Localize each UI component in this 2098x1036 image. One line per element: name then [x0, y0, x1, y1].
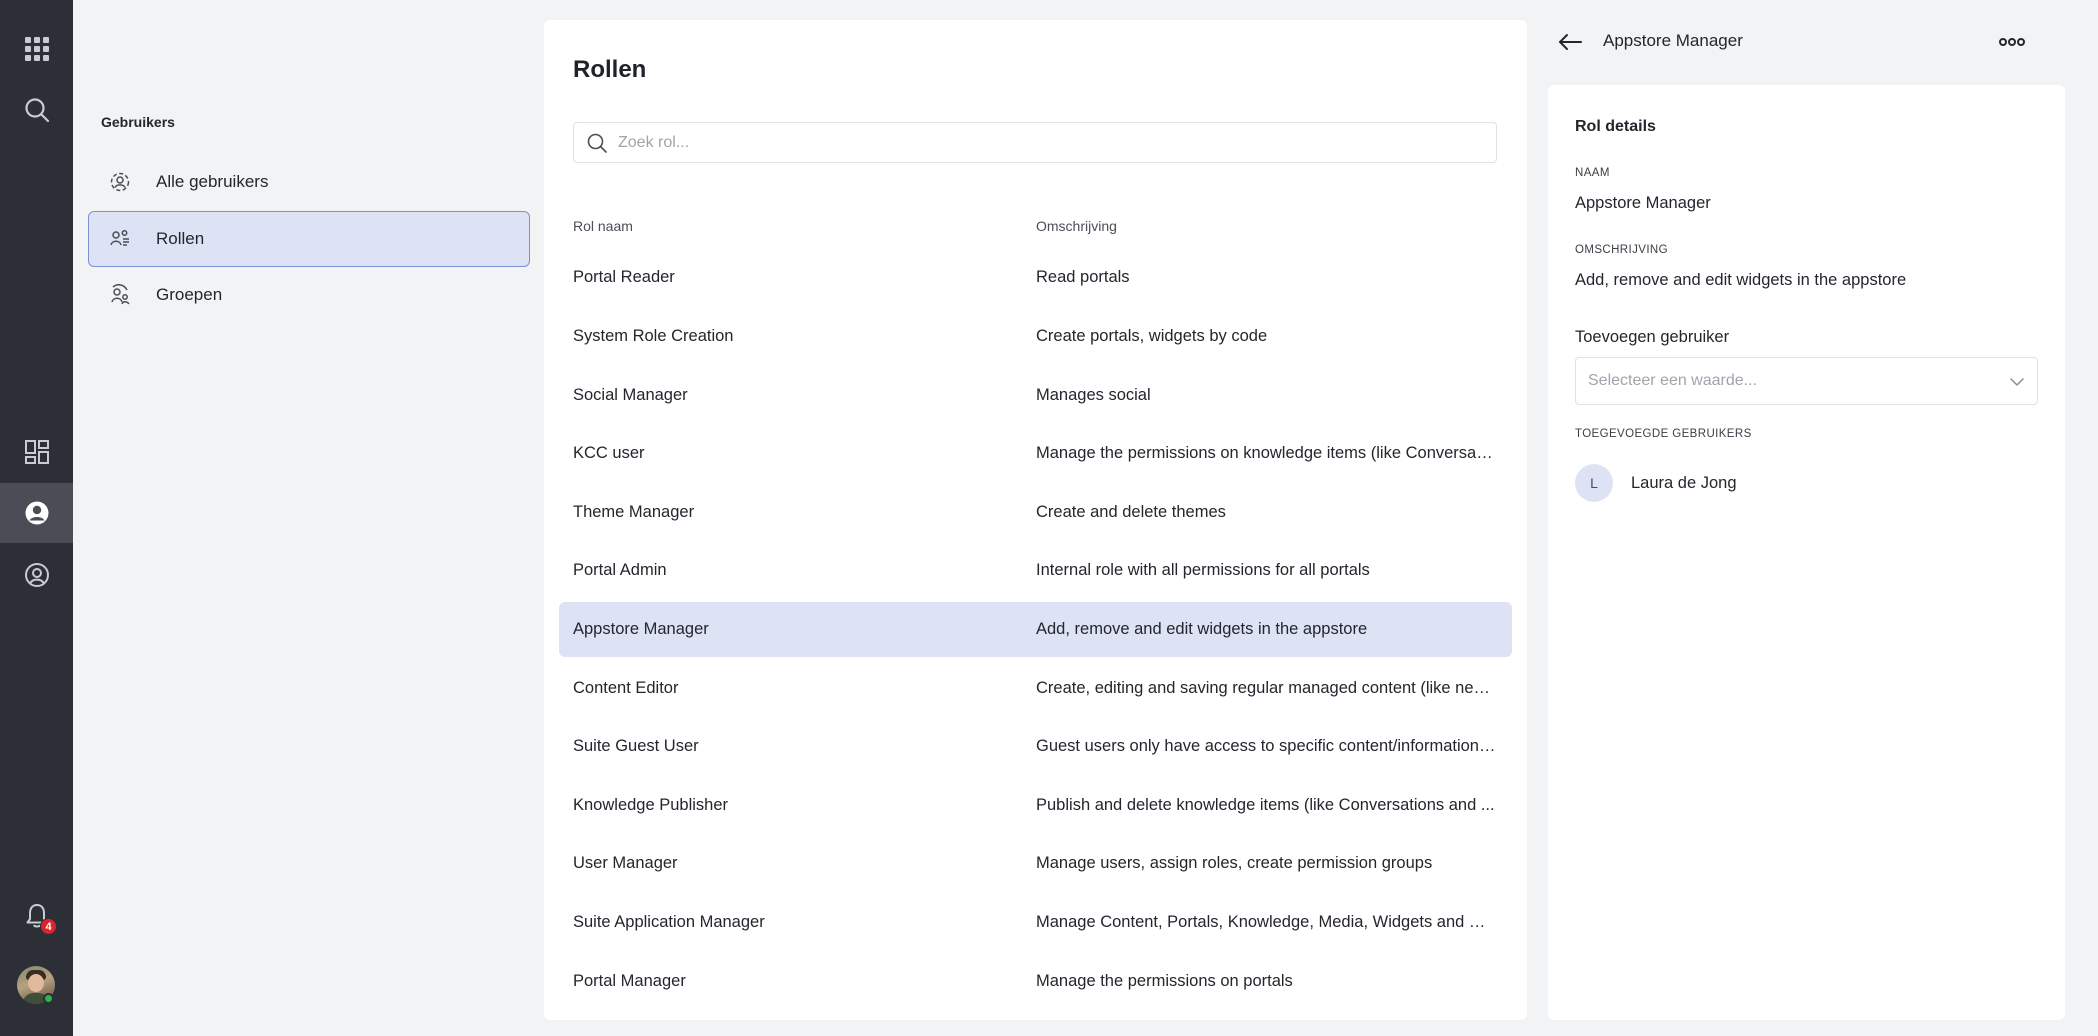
more-dots-icon [1999, 38, 2025, 46]
notification-badge: 4 [40, 918, 57, 935]
added-user-name: Laura de Jong [1631, 473, 1737, 492]
subnav-item-alle-gebruikers[interactable]: Alle gebruikers [88, 154, 530, 210]
notifications-button[interactable]: 4 [0, 886, 73, 946]
role-description: Create portals, widgets by code [1036, 327, 1268, 345]
table-row[interactable]: Suite Application Manager Manage Content… [559, 895, 1512, 950]
role-name: Suite Application Manager [573, 913, 765, 931]
table-row[interactable]: KCC user Manage the permissions on knowl… [559, 426, 1512, 481]
role-description: Manage the permissions on portals [1036, 972, 1293, 990]
table-row[interactable]: Portal Reader Read portals [559, 250, 1512, 305]
select-placeholder: Selecteer een waarde... [1588, 372, 1757, 389]
role-name: Appstore Manager [573, 620, 709, 638]
search-icon [24, 98, 49, 123]
role-name: Portal Reader [573, 268, 675, 286]
search-box[interactable] [573, 122, 1497, 163]
back-button[interactable] [1556, 28, 1584, 56]
avatar: L [1575, 464, 1613, 502]
name-label: NAAM [1575, 167, 1610, 179]
role-description: Manages social [1036, 386, 1151, 404]
dashboard-icon [24, 440, 49, 464]
page-title: Rollen [573, 56, 647, 83]
subnav-item-label: Groepen [156, 285, 223, 304]
description-label: OMSCHRIJVING [1575, 244, 1668, 256]
subnav-item-label: Alle gebruikers [156, 172, 269, 191]
subnav-title: Gebruikers [101, 114, 175, 130]
role-name: Portal Admin [573, 561, 667, 579]
online-status-indicator [43, 993, 54, 1004]
table-row[interactable]: Social Manager Manages social [559, 368, 1512, 423]
account-circle-icon [24, 563, 49, 587]
search-input[interactable] [618, 133, 1478, 152]
role-name: Portal Manager [573, 972, 686, 990]
table-row[interactable]: Theme Manager Create and delete themes [559, 485, 1512, 540]
table-row[interactable]: Portal Admin Internal role with all perm… [559, 543, 1512, 598]
role-description: Publish and delete knowledge items (like… [1036, 796, 1495, 814]
role-name: Content Editor [573, 679, 679, 697]
search-button[interactable] [0, 80, 73, 140]
role-name: User Manager [573, 854, 678, 872]
role-description: Manage users, assign roles, create permi… [1036, 854, 1433, 872]
app-rail: 4 [0, 0, 73, 1036]
detail-header-title: Appstore Manager [1603, 31, 1743, 50]
subnav-item-groepen[interactable]: Groepen [88, 267, 530, 323]
table-row[interactable]: Suite Guest User Guest users only have a… [559, 719, 1512, 774]
column-header-name[interactable]: Rol naam [573, 218, 633, 234]
roles-panel: Rollen Rol naam Omschrijving Portal Read… [544, 20, 1527, 1020]
role-description: Create, editing and saving regular manag… [1036, 679, 1496, 697]
add-user-select[interactable]: Selecteer een waarde... [1575, 357, 2038, 405]
role-description: Add, remove and edit widgets in the apps… [1036, 620, 1368, 638]
role-name: KCC user [573, 444, 645, 462]
added-users-label: TOEGEVOEGDE GEBRUIKERS [1575, 428, 1752, 440]
role-name: Suite Guest User [573, 737, 699, 755]
role-name: Social Manager [573, 386, 688, 404]
role-description: Create and delete themes [1036, 503, 1226, 521]
role-description: Internal role with all permissions for a… [1036, 561, 1370, 579]
table-row[interactable]: Portal Manager Manage the permissions on… [559, 954, 1512, 1009]
users-circle-icon [110, 172, 130, 192]
role-details-card: Rol details NAAM Appstore Manager OMSCHR… [1548, 85, 2065, 1020]
table-row[interactable]: Content Editor Create, editing and savin… [559, 661, 1512, 716]
table-row-selected[interactable]: Appstore Manager Add, remove and edit wi… [559, 602, 1512, 657]
users-nav-button[interactable] [0, 483, 73, 543]
more-options-button[interactable] [1996, 30, 2028, 54]
dashboard-button[interactable] [0, 422, 73, 482]
role-description: Guest users only have access to specific… [1036, 737, 1496, 755]
roles-icon [110, 230, 129, 246]
groups-icon [111, 284, 130, 305]
arrow-left-icon [1559, 34, 1582, 50]
apps-grid-button[interactable] [0, 19, 73, 79]
card-title: Rol details [1575, 118, 1656, 135]
search-icon [587, 133, 607, 153]
table-row[interactable]: Knowledge Publisher Publish and delete k… [559, 778, 1512, 833]
user-circle-icon [25, 501, 48, 525]
description-value: Add, remove and edit widgets in the apps… [1575, 271, 1907, 289]
name-value: Appstore Manager [1575, 194, 1711, 212]
role-name: Theme Manager [573, 503, 695, 521]
column-header-description[interactable]: Omschrijving [1036, 218, 1117, 234]
users-subnav: Gebruikers Alle gebruikers Rollen Groepe… [73, 0, 543, 1036]
table-row[interactable]: System Role Creation Create portals, wid… [559, 309, 1512, 364]
role-description: Manage Content, Portals, Knowledge, Medi… [1036, 913, 1496, 931]
chevron-down-icon [2010, 378, 2024, 386]
add-user-label: Toevoegen gebruiker [1575, 328, 1730, 346]
added-user-item[interactable]: L Laura de Jong [1575, 464, 1737, 502]
role-name: System Role Creation [573, 327, 734, 345]
subnav-item-label: Rollen [156, 229, 205, 248]
role-name: Knowledge Publisher [573, 796, 729, 814]
subnav-item-rollen[interactable]: Rollen [88, 211, 530, 267]
support-button[interactable] [0, 545, 73, 605]
table-row[interactable]: User Manager Manage users, assign roles,… [559, 836, 1512, 891]
role-description: Manage the permissions on knowledge item… [1036, 444, 1496, 462]
apps-grid-icon [24, 37, 49, 61]
role-description: Read portals [1036, 268, 1130, 286]
